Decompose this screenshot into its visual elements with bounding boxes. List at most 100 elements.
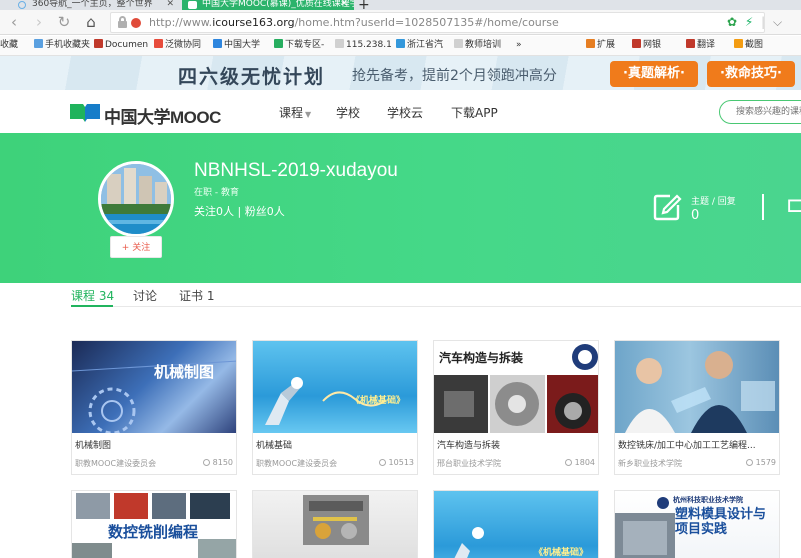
tab-label: 360导航_一个主页，整个世界 <box>32 0 153 9</box>
nav-download-app[interactable]: 下载APP <box>451 104 498 121</box>
course-thumbnail: 杭州科技职业技术学院 塑料模具设计与项目实践 <box>615 491 779 558</box>
puzzle-icon <box>586 39 595 48</box>
course-search-box[interactable] <box>719 100 801 124</box>
security-warning-icon[interactable] <box>131 18 141 28</box>
bookmark-item[interactable]: 收藏 <box>0 39 18 52</box>
lock-icon <box>117 16 127 28</box>
bookmarks-overflow-button[interactable]: » <box>516 39 522 52</box>
bookmark-item[interactable]: 泛微协同 <box>154 39 201 52</box>
learner-count: 10513 <box>378 458 414 467</box>
learner-count: 8150 <box>202 458 233 467</box>
person-icon <box>745 459 753 466</box>
profile-tabs: 课程 34 讨论 证书 1 <box>71 283 801 307</box>
learner-count: 1579 <box>745 458 776 467</box>
nav-courses[interactable]: 课程 ▼ <box>279 104 311 121</box>
bookmark-item[interactable]: 浙江省汽 <box>396 39 443 52</box>
tab-discussions[interactable]: 讨论 <box>133 287 157 304</box>
avatar[interactable] <box>98 161 174 237</box>
course-card[interactable]: 《机械基础》 机械基础 职教MOOC建设委员会 10513 <box>252 340 418 475</box>
comment-icon: ⊏ <box>786 193 801 218</box>
course-title[interactable]: 汽车构造与拆装 <box>437 438 597 451</box>
close-tab-icon[interactable]: ✕ <box>340 0 348 9</box>
person-icon <box>202 459 210 466</box>
scissors-icon <box>734 39 743 48</box>
bookmark-item[interactable]: Documen <box>94 39 148 52</box>
bookmarks-bar: 收藏 手机收藏夹 Documen 泛微协同 中国大学 下载专区- 115.238… <box>0 36 801 56</box>
course-thumbnail: 《机械基础》 <box>434 491 598 558</box>
address-bar-tools: ✿ ⚡ | ⌵ <box>727 15 797 31</box>
search-input[interactable] <box>736 101 801 123</box>
tab-label: 中国大学MOOC(慕课)_优质在线课程学习平台 <box>202 0 354 9</box>
course-card[interactable]: 《机械基础》 <box>433 490 599 558</box>
screenshot-button[interactable]: 截图 <box>734 39 763 52</box>
bookmark-item[interactable]: 教师培训 <box>454 39 501 52</box>
back-arrow-icon[interactable]: ‹ <box>5 13 23 31</box>
divider: | <box>761 15 766 29</box>
close-tab-icon[interactable]: ✕ <box>166 0 174 9</box>
phone-icon <box>34 39 43 48</box>
extensions-button[interactable]: 扩展 <box>586 39 615 52</box>
bank-button[interactable]: 网银 <box>632 39 661 52</box>
download-icon <box>274 39 283 48</box>
gear-icon[interactable]: ✿ <box>727 15 737 29</box>
course-card[interactable]: 数控铣床/加工中心加工工艺编程... 新乡职业技术学院 1579 <box>614 340 780 475</box>
course-card[interactable]: 数控铣削编程 <box>71 490 237 558</box>
loading-icon <box>18 1 26 9</box>
home-icon[interactable]: ⌂ <box>82 13 100 31</box>
engine-photo <box>303 495 369 545</box>
engineers-photo <box>625 351 775 433</box>
tab-courses[interactable]: 课程 34 <box>71 287 114 304</box>
course-card[interactable]: 杭州科技职业技术学院 塑料模具设计与项目实践 <box>614 490 780 558</box>
page-icon <box>454 39 463 48</box>
profile-follow-counts[interactable]: 关注0人 | 粉丝0人 <box>194 203 285 219</box>
site-logo-text[interactable]: 中国大学MOOC <box>104 103 221 128</box>
person-icon <box>378 459 386 466</box>
lightning-icon[interactable]: ⚡ <box>745 15 753 29</box>
browser-tab-360[interactable]: 360导航_一个主页，整个世界 ✕ <box>0 0 180 10</box>
banner-exam-analysis-button[interactable]: ·真题解析· <box>610 61 698 87</box>
course-title[interactable]: 机械制图 <box>75 438 235 451</box>
bank-icon <box>632 39 641 48</box>
course-title[interactable]: 数控铣床/加工中心加工工艺编程... <box>618 438 778 451</box>
url-text[interactable]: http://www.icourse163.org/home.htm?userI… <box>149 16 559 29</box>
chevron-down-icon[interactable]: ⌵ <box>773 15 782 30</box>
bookmark-item[interactable]: 中国大学 <box>213 39 260 52</box>
gear-drawing-icon <box>72 360 236 433</box>
mooc-logo-icon[interactable] <box>70 102 100 122</box>
page-icon <box>335 39 344 48</box>
course-title[interactable]: 机械基础 <box>256 438 416 451</box>
bookmark-item[interactable]: 下载专区- <box>274 39 324 52</box>
course-card[interactable]: 汽车构造与拆装 汽车构造与拆装 邢台职业技术学院 1804 <box>433 340 599 475</box>
stat-divider <box>762 194 764 220</box>
mooc-favicon-icon <box>188 1 197 9</box>
car-parts-icon <box>434 344 598 433</box>
course-org: 新乡职业技术学院 <box>618 459 682 468</box>
course-card[interactable] <box>252 490 418 558</box>
document-icon <box>94 39 103 48</box>
tab-certificates[interactable]: 证书 1 <box>179 287 214 304</box>
banner-headline: 四六级无忧计划 <box>178 66 326 88</box>
banner-tips-button[interactable]: ·救命技巧· <box>707 61 795 87</box>
bookmark-item[interactable]: 115.238.1 <box>335 39 392 52</box>
bookmark-item[interactable]: 手机收藏夹 <box>34 39 90 52</box>
browser-tab-mooc[interactable]: 中国大学MOOC(慕课)_优质在线课程学习平台 ✕ <box>182 0 354 10</box>
course-card[interactable]: 机械制图 机械制图 职教MOOC建设委员会 8150 <box>71 340 237 475</box>
reload-icon[interactable]: ↻ <box>55 13 73 31</box>
nav-schools[interactable]: 学校 <box>336 104 360 121</box>
new-tab-button[interactable]: + <box>358 0 370 10</box>
course-org: 职教MOOC建设委员会 <box>256 459 338 468</box>
edit-post-icon <box>653 194 682 221</box>
course-org: 邢台职业技术学院 <box>437 459 501 468</box>
profile-role: 在职 - 教育 <box>194 188 239 198</box>
course-thumbnail: 机械制图 <box>72 341 236 433</box>
course-org: 职教MOOC建设委员会 <box>75 459 157 468</box>
flower-icon <box>154 39 163 48</box>
course-thumbnail: 数控铣削编程 <box>72 491 236 558</box>
promo-banner[interactable]: 四六级无忧计划 抢先备考，提前2个月领跑冲高分 ·真题解析· ·救命技巧· <box>0 56 801 90</box>
nav-school-cloud[interactable]: 学校云 <box>387 104 423 121</box>
url-input[interactable]: http://www.icourse163.org/home.htm?userI… <box>110 12 765 33</box>
translate-button[interactable]: 翻译 <box>686 39 715 52</box>
learner-count: 1804 <box>564 458 595 467</box>
forward-arrow-icon[interactable]: › <box>30 13 48 31</box>
follow-button[interactable]: + 关注 <box>110 236 162 258</box>
